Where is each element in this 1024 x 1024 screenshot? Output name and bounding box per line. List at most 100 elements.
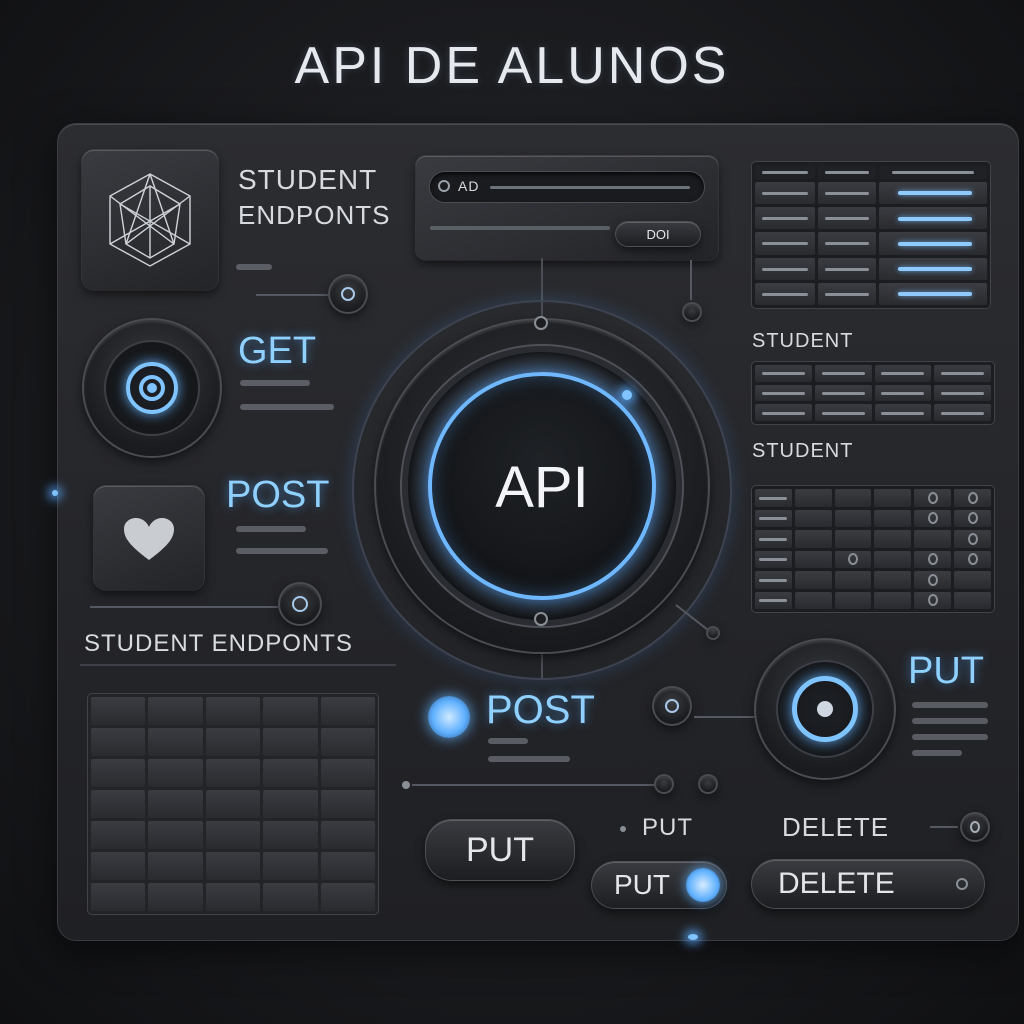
table-cell[interactable] bbox=[148, 759, 203, 787]
table-cell[interactable] bbox=[263, 759, 318, 787]
small-knob[interactable] bbox=[330, 276, 366, 312]
table-cell[interactable] bbox=[834, 550, 872, 568]
table-cell[interactable] bbox=[879, 257, 987, 280]
table-cell[interactable] bbox=[874, 509, 912, 527]
table-cell[interactable] bbox=[755, 530, 792, 548]
table-cell[interactable] bbox=[874, 365, 932, 382]
delete-knob[interactable] bbox=[962, 814, 988, 840]
table-cell[interactable] bbox=[874, 591, 912, 609]
table-cell[interactable] bbox=[954, 571, 991, 589]
table-cell[interactable] bbox=[205, 728, 261, 756]
table-cell[interactable] bbox=[320, 759, 375, 787]
table-cell[interactable] bbox=[91, 790, 146, 818]
table-cell[interactable] bbox=[205, 883, 261, 911]
table-cell[interactable] bbox=[879, 207, 987, 230]
table-cell[interactable] bbox=[91, 883, 146, 911]
table-cell[interactable] bbox=[320, 697, 375, 725]
table-cell[interactable] bbox=[263, 821, 318, 849]
table-cell[interactable] bbox=[879, 182, 987, 205]
table-cell[interactable] bbox=[320, 821, 375, 849]
table-cell[interactable] bbox=[148, 790, 203, 818]
post-radio-button[interactable] bbox=[428, 696, 470, 738]
table-cell[interactable] bbox=[818, 182, 876, 205]
post-tile[interactable] bbox=[94, 486, 204, 590]
table-cell[interactable] bbox=[320, 790, 375, 818]
table-cell[interactable] bbox=[148, 697, 203, 725]
table-cell[interactable] bbox=[934, 384, 991, 402]
table-cell[interactable] bbox=[320, 852, 375, 880]
table-cell[interactable] bbox=[834, 509, 872, 527]
delete-button[interactable]: DELETE bbox=[752, 860, 984, 908]
table-cell[interactable] bbox=[755, 384, 812, 402]
table-cell[interactable] bbox=[954, 509, 991, 527]
table-cell[interactable] bbox=[954, 591, 991, 609]
table-cell[interactable] bbox=[263, 728, 318, 756]
table-cell[interactable] bbox=[818, 282, 876, 305]
table-cell[interactable] bbox=[914, 591, 952, 609]
table-cell[interactable] bbox=[205, 852, 261, 880]
get-dial[interactable] bbox=[84, 320, 220, 456]
api-dial[interactable]: API bbox=[376, 316, 708, 652]
table-cell[interactable] bbox=[914, 550, 952, 568]
slider-track[interactable] bbox=[412, 784, 658, 786]
slider-handle[interactable] bbox=[656, 776, 672, 792]
table-cell[interactable] bbox=[755, 509, 792, 527]
put-dial[interactable] bbox=[756, 640, 894, 778]
network-logo-tile[interactable] bbox=[82, 150, 218, 290]
table-cell[interactable] bbox=[148, 728, 203, 756]
table-cell[interactable] bbox=[205, 697, 261, 725]
table-cell[interactable] bbox=[834, 489, 872, 507]
table-cell[interactable] bbox=[874, 530, 912, 548]
table-cell[interactable] bbox=[794, 509, 832, 527]
table-cell[interactable] bbox=[755, 404, 812, 421]
table-cell[interactable] bbox=[755, 207, 815, 230]
search-input[interactable]: AD bbox=[430, 172, 704, 202]
table-cell[interactable] bbox=[874, 550, 912, 568]
table-cell[interactable] bbox=[755, 489, 792, 507]
put-connector-knob[interactable] bbox=[654, 688, 690, 724]
table-cell[interactable] bbox=[834, 591, 872, 609]
table-cell[interactable] bbox=[755, 591, 792, 609]
table-cell[interactable] bbox=[874, 384, 932, 402]
table-cell[interactable] bbox=[818, 257, 876, 280]
table-cell[interactable] bbox=[263, 790, 318, 818]
table-cell[interactable] bbox=[755, 282, 815, 305]
table-cell[interactable] bbox=[755, 232, 815, 255]
table-cell[interactable] bbox=[148, 852, 203, 880]
table-cell[interactable] bbox=[91, 728, 146, 756]
table-cell[interactable] bbox=[263, 852, 318, 880]
post-knob[interactable] bbox=[280, 584, 320, 624]
table-cell[interactable] bbox=[818, 232, 876, 255]
table-cell[interactable] bbox=[954, 530, 991, 548]
table-cell[interactable] bbox=[205, 790, 261, 818]
table-cell[interactable] bbox=[755, 571, 792, 589]
table-cell[interactable] bbox=[320, 728, 375, 756]
table-cell[interactable] bbox=[91, 697, 146, 725]
small-dot-knob[interactable] bbox=[684, 304, 700, 320]
table-cell[interactable] bbox=[794, 571, 832, 589]
put-button[interactable]: PUT bbox=[426, 820, 574, 880]
table-cell[interactable] bbox=[148, 883, 203, 911]
table-cell[interactable] bbox=[914, 530, 952, 548]
table-cell[interactable] bbox=[205, 759, 261, 787]
table-cell[interactable] bbox=[794, 591, 832, 609]
table-cell[interactable] bbox=[91, 821, 146, 849]
table-cell[interactable] bbox=[834, 571, 872, 589]
table-cell[interactable] bbox=[91, 759, 146, 787]
table-cell[interactable] bbox=[263, 883, 318, 911]
table-cell[interactable] bbox=[818, 207, 876, 230]
table-cell[interactable] bbox=[755, 550, 792, 568]
table-cell[interactable] bbox=[934, 365, 991, 382]
table-cell[interactable] bbox=[263, 697, 318, 725]
search-button[interactable]: DOI bbox=[616, 222, 700, 246]
table-cell[interactable] bbox=[914, 509, 952, 527]
table-cell[interactable] bbox=[794, 489, 832, 507]
table-cell[interactable] bbox=[320, 883, 375, 911]
put-toggle-button[interactable]: PUT bbox=[592, 862, 726, 908]
table-cell[interactable] bbox=[954, 550, 991, 568]
table-cell[interactable] bbox=[879, 282, 987, 305]
table-cell[interactable] bbox=[879, 232, 987, 255]
table-cell[interactable] bbox=[874, 571, 912, 589]
table-cell[interactable] bbox=[755, 365, 812, 382]
table-cell[interactable] bbox=[755, 257, 815, 280]
